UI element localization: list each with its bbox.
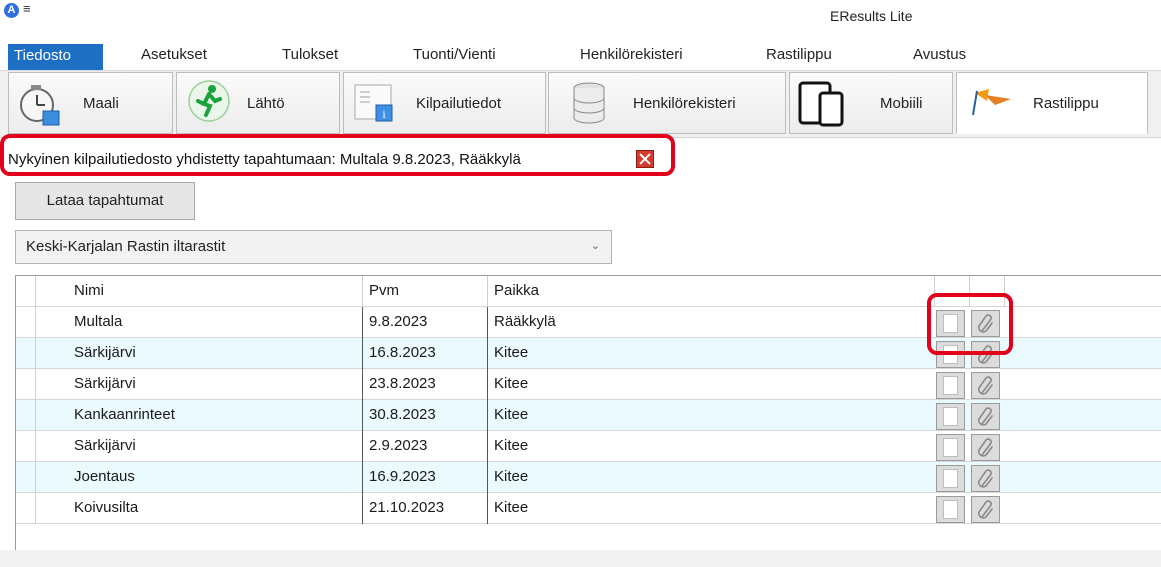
event-series-select-value: Keski-Karjalan Rastin iltarastit bbox=[26, 238, 226, 255]
document-icon bbox=[943, 500, 958, 519]
database-icon bbox=[571, 81, 607, 129]
load-events-button[interactable]: Lataa tapahtumat bbox=[15, 182, 195, 220]
cell-nimi: Multala bbox=[68, 307, 363, 338]
cell-paikka: Kitee bbox=[494, 499, 529, 516]
open-document-button[interactable] bbox=[936, 403, 965, 430]
row-selector[interactable] bbox=[16, 307, 36, 338]
toolbar-label-mobiili: Mobiili bbox=[880, 95, 923, 112]
open-document-button[interactable] bbox=[936, 372, 965, 399]
attach-button[interactable] bbox=[971, 496, 1000, 523]
quick-access-dropdown-icon[interactable]: ≡ bbox=[23, 1, 31, 16]
open-document-button[interactable] bbox=[936, 465, 965, 492]
toolbar-label-kilpailutiedot: Kilpailutiedot bbox=[416, 95, 502, 112]
cell-nimi: Särkijärvi bbox=[68, 338, 363, 369]
toolbar-button-lahto[interactable]: Lähtö bbox=[176, 72, 340, 134]
menu-henkilorekisteri[interactable]: Henkilörekisteri bbox=[580, 46, 683, 63]
menu-avustus[interactable]: Avustus bbox=[913, 46, 966, 63]
paperclip-icon bbox=[977, 469, 993, 488]
cell-pvm: 21.10.2023 bbox=[363, 493, 488, 524]
paperclip-icon bbox=[977, 500, 993, 519]
cell-nimi: Joentaus bbox=[68, 462, 363, 493]
bottom-strip bbox=[0, 550, 1161, 567]
info-highlight-box bbox=[0, 134, 675, 176]
cell-paikka: Kitee bbox=[494, 468, 529, 485]
toolbar-button-rastilippu[interactable]: Rastilippu bbox=[956, 72, 1148, 134]
toolbar-button-kilpailutiedot[interactable]: i Kilpailutiedot bbox=[343, 72, 546, 134]
toolbar-label-maali: Maali bbox=[83, 95, 119, 112]
title-bar bbox=[0, 0, 1161, 38]
toolbar-label-lahto: Lähtö bbox=[247, 95, 285, 112]
cell-nimi: Koivusilta bbox=[68, 493, 363, 524]
open-document-button[interactable] bbox=[936, 434, 965, 461]
cell-pvm: 23.8.2023 bbox=[363, 369, 488, 400]
table-row[interactable]: Kankaanrinteet 30.8.2023 Kitee bbox=[16, 400, 1161, 431]
cell-paikka: Kitee bbox=[494, 344, 529, 361]
menu-asetukset[interactable]: Asetukset bbox=[141, 46, 207, 63]
toolbar-button-maali[interactable]: Maali bbox=[8, 72, 173, 134]
paperclip-icon bbox=[977, 407, 993, 426]
row-selector-header bbox=[16, 276, 36, 307]
cell-nimi: Särkijärvi bbox=[68, 431, 363, 462]
open-document-button[interactable] bbox=[936, 496, 965, 523]
menu-tulokset[interactable]: Tulokset bbox=[282, 46, 338, 63]
chevron-down-icon: ⌄ bbox=[590, 240, 600, 252]
row-selector[interactable] bbox=[16, 400, 36, 431]
table-row[interactable]: Särkijärvi 23.8.2023 Kitee bbox=[16, 369, 1161, 400]
document-icon bbox=[943, 469, 958, 488]
app-icon[interactable]: A bbox=[4, 3, 19, 18]
paperclip-icon bbox=[977, 438, 993, 457]
menu-tuonti-vienti[interactable]: Tuonti/Vienti bbox=[413, 46, 496, 63]
info-document-icon: i bbox=[354, 83, 398, 127]
document-icon bbox=[943, 376, 958, 395]
column-header-nimi[interactable]: Nimi bbox=[68, 276, 363, 307]
row-selector[interactable] bbox=[16, 493, 36, 524]
row-selector[interactable] bbox=[16, 431, 36, 462]
row-selector[interactable] bbox=[16, 369, 36, 400]
toolbar-button-henkilorekisteri[interactable]: Henkilörekisteri bbox=[548, 72, 786, 134]
table-row[interactable]: Särkijärvi 2.9.2023 Kitee bbox=[16, 431, 1161, 462]
rastilippu-flag-icon bbox=[971, 85, 1017, 123]
attach-button[interactable] bbox=[971, 434, 1000, 461]
mobile-devices-icon bbox=[798, 81, 854, 131]
cell-pvm: 16.8.2023 bbox=[363, 338, 488, 369]
buttons-highlight-box bbox=[927, 293, 1013, 355]
cell-paikka: Kitee bbox=[494, 406, 529, 423]
cell-pvm: 16.9.2023 bbox=[363, 462, 488, 493]
menu-rastilippu[interactable]: Rastilippu bbox=[766, 46, 832, 63]
stopwatch-icon bbox=[17, 83, 61, 131]
attach-button[interactable] bbox=[971, 465, 1000, 492]
event-series-select[interactable]: Keski-Karjalan Rastin iltarastit ⌄ bbox=[15, 230, 612, 264]
runner-icon bbox=[187, 79, 231, 127]
attach-button[interactable] bbox=[971, 403, 1000, 430]
window-title: EResults Lite bbox=[830, 8, 913, 24]
cell-paikka: Kitee bbox=[494, 375, 529, 392]
cell-pvm: 2.9.2023 bbox=[363, 431, 488, 462]
row-selector[interactable] bbox=[16, 338, 36, 369]
document-icon bbox=[943, 438, 958, 457]
table-row[interactable]: Joentaus 16.9.2023 Kitee bbox=[16, 462, 1161, 493]
cell-paikka: Rääkkylä bbox=[494, 313, 556, 330]
cell-nimi: Kankaanrinteet bbox=[68, 400, 363, 431]
cell-pvm: 30.8.2023 bbox=[363, 400, 488, 431]
toolbar-label-henkilorekisteri: Henkilörekisteri bbox=[633, 95, 736, 112]
row-selector[interactable] bbox=[16, 462, 36, 493]
toolbar-label-rastilippu: Rastilippu bbox=[1033, 95, 1099, 112]
column-header-paikka[interactable]: Paikka bbox=[488, 276, 935, 307]
cell-paikka: Kitee bbox=[494, 437, 529, 454]
paperclip-icon bbox=[977, 376, 993, 395]
cell-nimi: Särkijärvi bbox=[68, 369, 363, 400]
attach-button[interactable] bbox=[971, 372, 1000, 399]
menu-tiedosto[interactable]: Tiedosto bbox=[8, 44, 103, 70]
column-header-pvm[interactable]: Pvm bbox=[363, 276, 488, 307]
toolbar-button-mobiili[interactable]: Mobiili bbox=[789, 72, 953, 134]
table-row[interactable]: Koivusilta 21.10.2023 Kitee bbox=[16, 493, 1161, 524]
document-icon bbox=[943, 407, 958, 426]
cell-pvm: 9.8.2023 bbox=[363, 307, 488, 338]
